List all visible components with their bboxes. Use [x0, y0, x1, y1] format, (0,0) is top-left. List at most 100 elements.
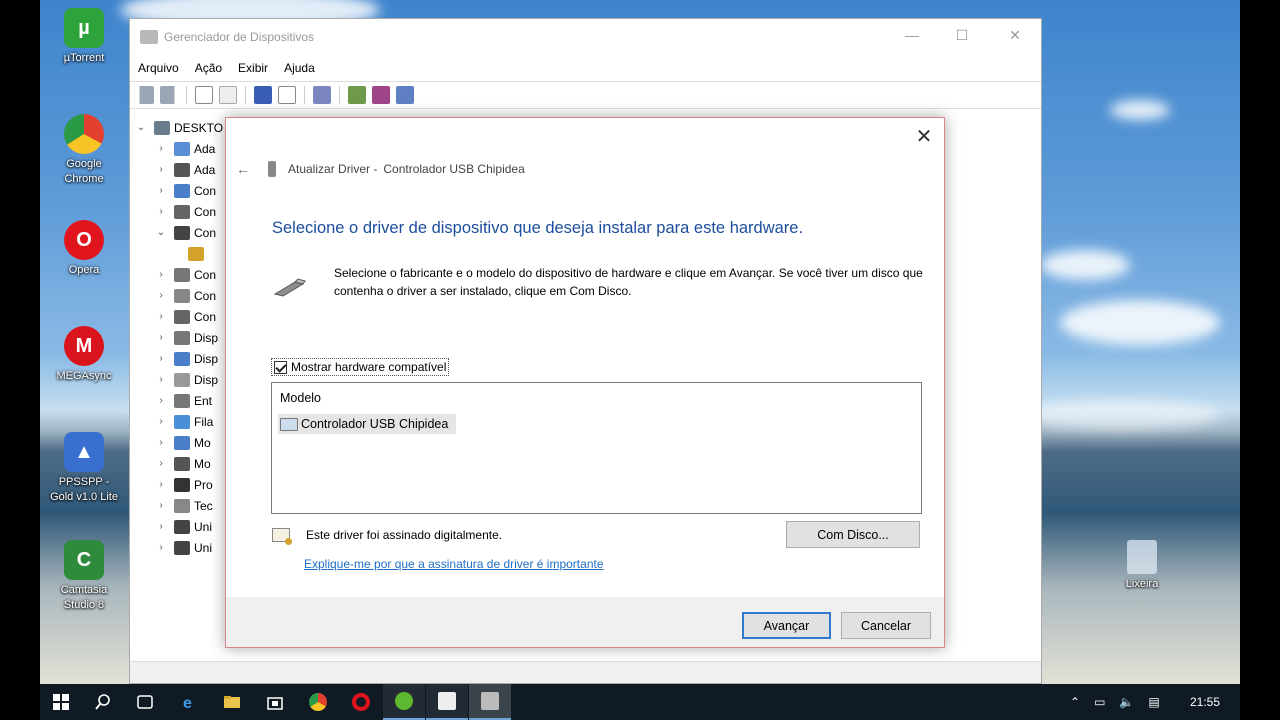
store-icon	[267, 697, 283, 710]
chevron-right-icon[interactable]: ›	[154, 479, 168, 490]
tree-item[interactable]: › Pro	[134, 474, 234, 495]
chevron-up-icon[interactable]: ⌃	[1070, 695, 1080, 709]
tree-item[interactable]: › Disp	[134, 348, 234, 369]
desktop-icon-label: MEGAsync	[56, 370, 112, 382]
taskbar-store[interactable]	[254, 684, 296, 720]
tree-item[interactable]: › Con	[134, 264, 234, 285]
show-compatible-checkbox[interactable]: Mostrar hardware compatível	[271, 358, 450, 376]
show-hide-tree-icon[interactable]	[195, 86, 213, 104]
tree-item[interactable]: › Ada	[134, 159, 234, 180]
menu-arquivo[interactable]: Arquivo	[138, 61, 179, 75]
tree-item[interactable]: › Uni	[134, 537, 234, 558]
taskbar-utorrent[interactable]	[383, 684, 425, 720]
device-category-icon	[174, 477, 190, 492]
uninstall-device-icon[interactable]	[372, 86, 390, 104]
tree-item[interactable]: › Uni	[134, 516, 234, 537]
taskbar-edge[interactable]: e	[168, 684, 210, 720]
tree-item[interactable]: › Con	[134, 285, 234, 306]
checkbox-label: Mostrar hardware compatível	[291, 360, 447, 374]
next-button[interactable]: Avançar	[742, 612, 831, 639]
chevron-right-icon[interactable]: ›	[154, 542, 168, 553]
tree-child-warning[interactable]	[134, 243, 234, 264]
enable-device-icon[interactable]	[396, 86, 414, 104]
desktop-icon-mega[interactable]: M MEGAsync	[44, 326, 124, 384]
back-icon[interactable]	[136, 86, 154, 104]
chevron-right-icon[interactable]: ›	[154, 437, 168, 448]
tree-item[interactable]: › Mo	[134, 453, 234, 474]
chevron-right-icon[interactable]: ›	[154, 311, 168, 322]
menu-exibir[interactable]: Exibir	[238, 61, 268, 75]
chevron-right-icon[interactable]: ›	[154, 416, 168, 427]
menubar: Arquivo Ação Exibir Ajuda	[130, 55, 1041, 81]
help-icon[interactable]	[254, 86, 272, 104]
chevron-right-icon[interactable]: ›	[154, 185, 168, 196]
menu-acao[interactable]: Ação	[195, 61, 222, 75]
have-disk-button[interactable]: Com Disco...	[786, 521, 920, 548]
search-button[interactable]	[82, 684, 124, 720]
chevron-right-icon[interactable]: ›	[154, 458, 168, 469]
update-driver-dialog: ✕ ← Atualizar Driver - Controlador USB C…	[225, 117, 945, 648]
view-icon[interactable]	[278, 86, 296, 104]
desktop-icon-opera[interactable]: O Opera	[44, 220, 124, 278]
tree-item[interactable]: › Fila	[134, 411, 234, 432]
desktop-icon-ppsspp[interactable]: ▲ PPSSPP - Gold v1.0 Lite	[44, 432, 124, 505]
chevron-right-icon[interactable]: ›	[154, 521, 168, 532]
taskbar-camtasia[interactable]	[426, 684, 468, 720]
chevron-right-icon[interactable]: ›	[154, 332, 168, 343]
update-driver-icon[interactable]	[348, 86, 366, 104]
taskbar-file-explorer[interactable]	[211, 684, 253, 720]
tree-item[interactable]: › Con	[134, 180, 234, 201]
tree-item[interactable]: › Mo	[134, 432, 234, 453]
tree-item[interactable]: › Con	[134, 306, 234, 327]
chevron-right-icon[interactable]: ›	[154, 206, 168, 217]
tree-item[interactable]: › Disp	[134, 369, 234, 390]
chevron-right-icon[interactable]: ›	[154, 143, 168, 154]
volume-icon[interactable]: 🔈	[1119, 695, 1134, 709]
chevron-right-icon[interactable]: ›	[154, 164, 168, 175]
desktop-icon-label: Lixeira	[1125, 578, 1159, 590]
checkbox-checked-icon[interactable]	[274, 360, 287, 374]
breadcrumb-device: Controlador USB Chipidea	[383, 162, 525, 176]
chevron-right-icon[interactable]: ›	[154, 353, 168, 364]
chevron-right-icon[interactable]: ›	[154, 290, 168, 301]
signature-info-link[interactable]: Explique-me por que a assinatura de driv…	[304, 557, 604, 571]
tree-item[interactable]: › Ent	[134, 390, 234, 411]
tree-item[interactable]: › Ada	[134, 138, 234, 159]
back-arrow-icon[interactable]: ←	[236, 161, 250, 177]
tree-item[interactable]: › Tec	[134, 495, 234, 516]
taskbar-chrome[interactable]	[297, 684, 339, 720]
properties-icon[interactable]	[219, 86, 237, 104]
device-category-icon	[174, 540, 190, 555]
chevron-right-icon[interactable]: ›	[154, 500, 168, 511]
chevron-right-icon[interactable]: ›	[154, 269, 168, 280]
notifications-icon[interactable]: ▤	[1148, 695, 1159, 709]
close-button[interactable]: ✕	[1005, 27, 1025, 44]
menu-ajuda[interactable]: Ajuda	[284, 61, 315, 75]
tree-root[interactable]: ⌄ DESKTO	[134, 117, 234, 138]
chevron-right-icon[interactable]: ›	[154, 395, 168, 406]
tree-item[interactable]: › Disp	[134, 327, 234, 348]
forward-icon[interactable]	[160, 86, 178, 104]
chevron-down-icon[interactable]: ⌄	[154, 227, 168, 238]
dialog-close-button[interactable]: ✕	[914, 124, 934, 149]
clock[interactable]: 21:55	[1190, 684, 1220, 720]
taskbar-device-manager[interactable]	[469, 684, 511, 720]
taskbar-opera[interactable]	[340, 684, 382, 720]
scan-hardware-icon[interactable]	[313, 86, 331, 104]
desktop-icon-chrome[interactable]: Google Chrome	[44, 114, 124, 187]
tree-item[interactable]: › Con	[134, 201, 234, 222]
network-icon[interactable]: ▭	[1094, 695, 1105, 709]
cancel-button[interactable]: Cancelar	[841, 612, 931, 639]
desktop-icon-camtasia[interactable]: C Camtasia Studio 8	[44, 540, 124, 613]
model-list[interactable]: Modelo Controlador USB Chipidea	[271, 382, 922, 514]
chevron-down-icon[interactable]: ⌄	[134, 122, 148, 133]
chevron-right-icon[interactable]: ›	[154, 374, 168, 385]
desktop-icon-utorrent[interactable]: µ µTorrent	[44, 8, 124, 66]
list-item[interactable]: Controlador USB Chipidea	[278, 414, 457, 434]
task-view-button[interactable]	[124, 684, 166, 720]
start-button[interactable]	[40, 684, 82, 720]
desktop-icon-recycle-bin[interactable]: Lixeira	[1102, 540, 1182, 592]
maximize-button[interactable]: ☐	[952, 27, 972, 44]
minimize-button[interactable]: —	[902, 27, 922, 43]
tree-item[interactable]: ⌄ Con	[134, 222, 234, 243]
